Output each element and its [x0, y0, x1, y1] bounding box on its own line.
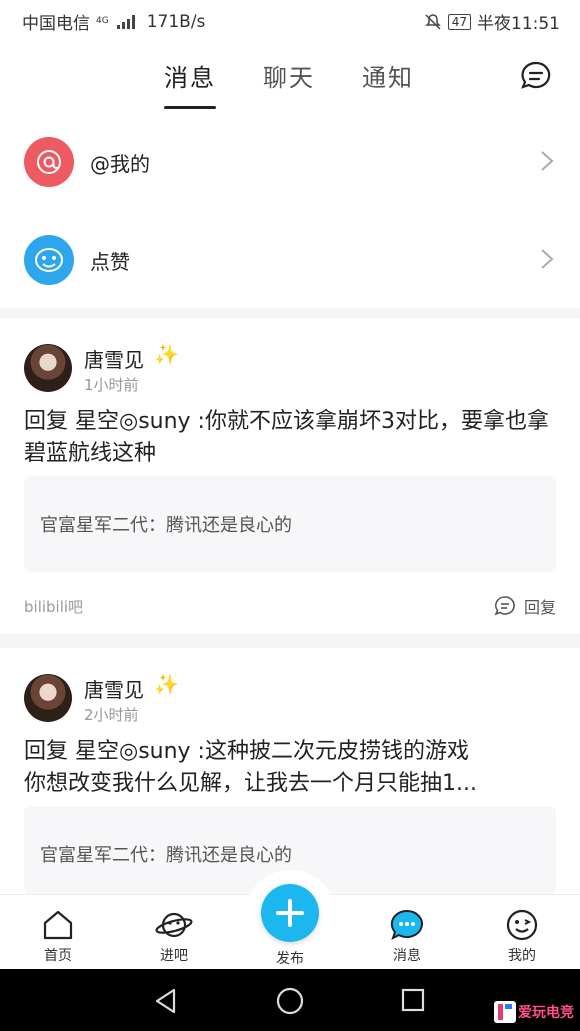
quoted-text: 官富星军二代：腾讯还是良心的: [40, 845, 292, 866]
network-type: 4G: [96, 16, 109, 26]
timestamp: 1小时前: [84, 376, 139, 394]
sparkle-badge-icon: ✨: [154, 342, 179, 366]
system-navigation-bar: [0, 969, 580, 1031]
reply-text[interactable]: 回复 星空◎suny :这种披二次元皮捞钱的游戏 你想改变我什么见解，让我去一个…: [24, 736, 564, 800]
likes-label: 点赞: [90, 250, 130, 274]
quoted-post[interactable]: 官富星军二代：腾讯还是良心的: [24, 476, 556, 572]
forum-name[interactable]: bilibili吧: [24, 596, 83, 617]
sparkle-badge-icon: ✨: [154, 672, 179, 696]
publish-label: 发布: [276, 951, 304, 967]
mentions-label: @我的: [90, 152, 150, 176]
nav-home[interactable]: 首页: [18, 909, 98, 965]
message-icon: [390, 909, 423, 940]
tab-chat[interactable]: 聊天: [263, 58, 315, 93]
status-bar: 中国电信 4G 171B/s 47 半夜11:51: [0, 0, 580, 40]
nav-messages[interactable]: 消息: [367, 909, 447, 965]
avatar[interactable]: [24, 674, 72, 722]
at-icon: [24, 137, 74, 187]
like-icon: [24, 235, 74, 285]
nav-profile[interactable]: 我的: [482, 909, 562, 965]
time-label: 半夜11:51: [477, 14, 560, 34]
battery-icon: 47: [447, 13, 471, 30]
avatar[interactable]: [24, 344, 72, 392]
reply-label: 回复: [523, 598, 556, 617]
watermark-logo: 爱玩电竞: [494, 998, 574, 1026]
recents-icon[interactable]: [400, 987, 426, 1013]
publish-button[interactable]: [261, 884, 319, 942]
network-speed: 171B/s: [146, 11, 206, 32]
reply-card[interactable]: 唐雪见 ✨ 1小时前 回复 星空◎suny :你就不应该拿崩坏3对比，要拿也拿碧…: [0, 318, 580, 634]
tab-notifications[interactable]: 通知: [362, 58, 414, 93]
reply-button[interactable]: 回复: [494, 594, 556, 618]
likes-row[interactable]: 点赞: [0, 210, 580, 308]
home-icon: [43, 910, 73, 940]
mentions-row[interactable]: @我的: [0, 112, 580, 210]
quoted-text: 官富星军二代：腾讯还是良心的: [40, 515, 292, 536]
reply-text-line: 你想改变我什么见解，让我去一个月只能抽1...: [24, 771, 477, 796]
active-tab-indicator: [164, 106, 216, 109]
nav-label: 我的: [508, 948, 536, 964]
plus-icon: [276, 899, 304, 927]
username[interactable]: 唐雪见: [84, 344, 144, 373]
home-circle-icon[interactable]: [275, 986, 305, 1016]
battery-level: 47: [451, 14, 467, 29]
watermark-mark-icon: [494, 1001, 516, 1023]
timestamp: 2小时前: [84, 706, 139, 724]
compose-message-icon[interactable]: [520, 60, 552, 92]
watermark-text: 爱玩电竞: [518, 1005, 574, 1021]
planet-icon: [155, 912, 193, 938]
profile-icon: [506, 909, 538, 941]
signal-icon: [116, 14, 135, 29]
nav-label: 首页: [44, 948, 72, 964]
nav-label: 消息: [393, 948, 421, 964]
mute-icon: [424, 13, 441, 30]
chevron-right-icon: [541, 249, 554, 269]
reply-icon: [494, 596, 515, 616]
top-tab-bar: 消息 聊天 通知: [0, 40, 580, 112]
reply-card[interactable]: 唐雪见 ✨ 2小时前 回复 星空◎suny :这种披二次元皮捞钱的游戏 你想改变…: [0, 648, 580, 894]
username[interactable]: 唐雪见: [84, 674, 144, 703]
chevron-right-icon: [541, 151, 554, 171]
nav-label: 进吧: [160, 948, 188, 964]
reply-text-line: 回复 星空◎suny :这种披二次元皮捞钱的游戏: [24, 739, 469, 764]
reply-text[interactable]: 回复 星空◎suny :你就不应该拿崩坏3对比，要拿也拿碧蓝航线这种: [24, 406, 564, 470]
tab-messages[interactable]: 消息: [164, 58, 216, 93]
nav-forums[interactable]: 进吧: [134, 909, 214, 965]
back-icon[interactable]: [152, 987, 180, 1015]
carrier-label: 中国电信: [22, 14, 90, 34]
